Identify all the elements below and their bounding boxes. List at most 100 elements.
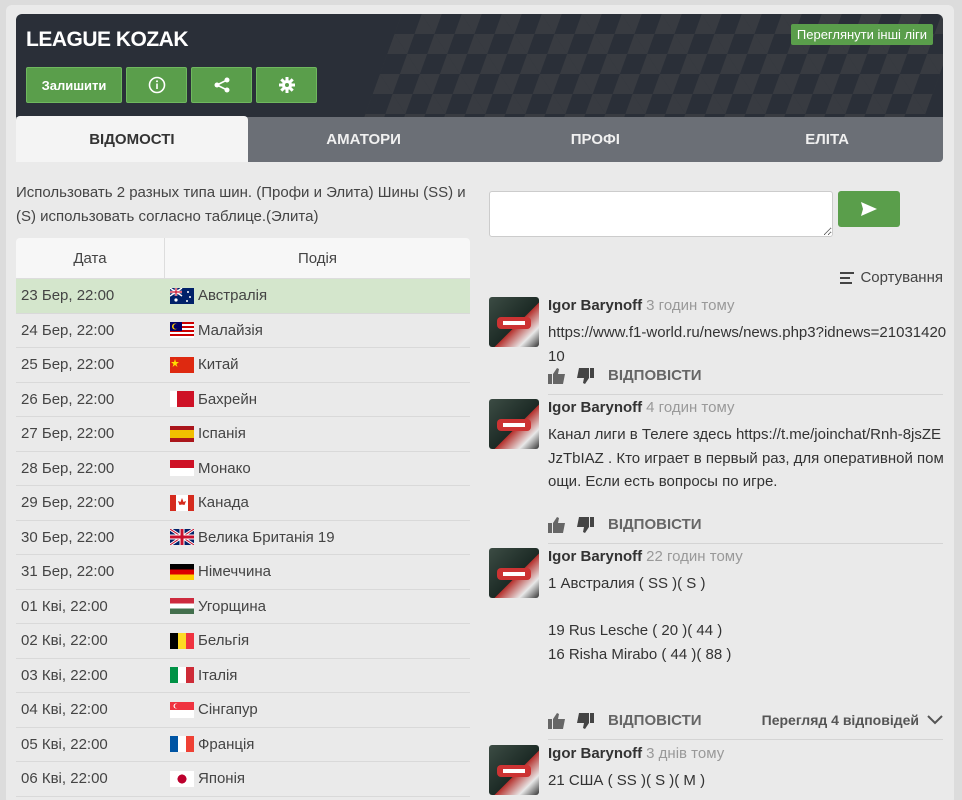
race-date: 01 Кві, 22:00 (21, 597, 108, 615)
schedule-row[interactable]: 24 Бер, 22:00 Малайзія (16, 314, 470, 348)
race-date: 29 Бер, 22:00 (21, 494, 115, 512)
thumbs-up-icon[interactable] (548, 367, 566, 384)
comment-author[interactable]: Igor Barynoff (548, 297, 642, 314)
tab-info[interactable]: ВІДОМОСТІ (16, 116, 248, 162)
comment-actions: ВІДПОВІСТИ (548, 516, 702, 533)
race-event-name: Іспанія (198, 425, 246, 443)
comment-time: 3 днів тому (646, 745, 725, 762)
comment-line: 19 Rus Lesche ( 20 )( 44 ) (548, 622, 723, 639)
comment-line: Канал лиги в Телеге здесь https://t.me/j… (548, 426, 944, 490)
comment-time: 3 годин тому (646, 297, 735, 314)
share-button[interactable] (191, 67, 252, 103)
race-event: Китай (165, 356, 239, 373)
race-date: 03 Кві, 22:00 (21, 666, 108, 684)
info-button[interactable] (126, 67, 187, 103)
schedule-row[interactable]: 28 Бер, 22:00 Монако (16, 452, 470, 486)
column-event: Подія (297, 249, 337, 267)
race-event: Канада (165, 494, 249, 511)
comment-divider (548, 739, 943, 740)
sort-button[interactable]: Сортування (840, 269, 943, 286)
flag-be-icon (170, 632, 194, 649)
race-date: 31 Бер, 22:00 (21, 563, 115, 581)
comment-line (548, 596, 948, 620)
tab-elite[interactable]: ЕЛІТА (711, 117, 943, 162)
schedule-row[interactable]: 25 Бер, 22:00 Китай (16, 348, 470, 383)
race-event-name: Велика Британія 19 (198, 528, 335, 546)
schedule-row[interactable]: 01 Кві, 22:00 Угорщина (16, 590, 470, 624)
comment-line: 1 Австралия ( SS )( S ) (548, 575, 706, 592)
send-button[interactable] (838, 191, 900, 227)
race-event-name: Німеччина (198, 563, 271, 581)
comment-actions: ВІДПОВІСТИ (548, 367, 702, 384)
race-event: Іспанія (165, 425, 246, 442)
race-date: 27 Бер, 22:00 (21, 425, 115, 443)
comment-author[interactable]: Igor Barynoff (548, 745, 642, 762)
flag-my-icon (170, 322, 194, 339)
other-leagues-button[interactable]: Переглянути інші ліги (790, 24, 933, 45)
race-date: 02 Кві, 22:00 (21, 632, 108, 650)
flag-de-icon (170, 563, 194, 580)
race-event: Сінгапур (165, 701, 258, 718)
reply-button[interactable]: ВІДПОВІСТИ (608, 367, 702, 384)
schedule-row[interactable]: 29 Бер, 22:00 Канада (16, 486, 470, 521)
schedule-table: Дата Подія 23 Бер, 22:00 Австралія 24 Бер,… (16, 238, 470, 797)
race-event: Бахрейн (165, 391, 257, 408)
race-event-name: Австралія (198, 287, 268, 305)
share-icon (214, 77, 229, 93)
thumbs-down-icon[interactable] (576, 367, 594, 384)
thumbs-up-icon[interactable] (548, 516, 566, 533)
reply-button[interactable]: ВІДПОВІСТИ (608, 712, 702, 729)
schedule-row[interactable]: 27 Бер, 22:00 Іспанія (16, 417, 470, 452)
schedule-row[interactable]: 23 Бер, 22:00 Австралія (16, 279, 470, 314)
leave-league-button[interactable]: Залишити (26, 67, 122, 103)
race-event-name: Бельгія (198, 632, 250, 650)
comment-time: 22 годин тому (646, 548, 743, 565)
race-date: 25 Бер, 22:00 (21, 356, 115, 374)
avatar[interactable] (489, 548, 539, 598)
race-date: 24 Бер, 22:00 (21, 321, 115, 339)
comment-body: Канал лиги в Телеге здесь https://t.me/j… (548, 423, 948, 494)
avatar[interactable] (489, 297, 539, 347)
flag-bh-icon (170, 391, 194, 408)
flag-au-icon (170, 287, 194, 304)
thumbs-down-icon[interactable] (576, 712, 594, 729)
avatar[interactable] (489, 399, 539, 449)
comment-input[interactable] (489, 191, 833, 237)
info-icon (148, 76, 165, 94)
settings-button[interactable] (256, 67, 317, 103)
avatar[interactable] (489, 745, 539, 795)
view-replies-button[interactable]: Перегляд 4 відповідей (762, 712, 943, 728)
race-event: Монако (165, 460, 251, 477)
reply-button[interactable]: ВІДПОВІСТИ (608, 516, 702, 533)
comment-divider (548, 394, 943, 395)
comment-body: 1 Австралия ( SS )( S ) 19 Rus Lesche ( 2… (548, 572, 948, 666)
schedule-row[interactable]: 26 Бер, 22:00 Бахрейн (16, 383, 470, 417)
race-event: Австралія (165, 287, 267, 304)
flag-ca-icon (170, 494, 194, 511)
race-date: 05 Кві, 22:00 (21, 735, 108, 753)
league-tabs: ВІДОМОСТІ АМАТОРИ ПРОФІ ЕЛІТА (16, 116, 943, 162)
schedule-row[interactable]: 03 Кві, 22:00 Італія (16, 659, 470, 693)
race-event-name: Франція (198, 735, 255, 753)
schedule-row[interactable]: 02 Кві, 22:00 Бельгія (16, 624, 470, 659)
race-event: Італія (165, 667, 237, 684)
schedule-row[interactable]: 30 Бер, 22:00 Велика Британія 19 (16, 521, 470, 555)
thumbs-up-icon[interactable] (548, 712, 566, 729)
schedule-row[interactable]: 06 Кві, 22:00 Японія (16, 762, 470, 797)
chevron-down-icon (927, 715, 943, 725)
flag-hu-icon (170, 598, 194, 615)
schedule-row[interactable]: 31 Бер, 22:00 Німеччина (16, 555, 470, 590)
sort-icon (840, 271, 855, 284)
comment-author[interactable]: Igor Barynoff (548, 548, 642, 565)
race-event: Угорщина (165, 598, 266, 615)
schedule-row[interactable]: 05 Кві, 22:00 Франція (16, 728, 470, 762)
schedule-row[interactable]: 04 Кві, 22:00 Сінгапур (16, 693, 470, 728)
comment-author[interactable]: Igor Barynoff (548, 399, 642, 416)
column-date: Дата (16, 238, 165, 278)
comment-line: 21 США ( SS )( S )( M ) (548, 772, 706, 789)
tab-amateurs[interactable]: АМАТОРИ (248, 117, 480, 162)
thumbs-down-icon[interactable] (576, 516, 594, 533)
tab-pro[interactable]: ПРОФІ (480, 117, 712, 162)
comment-actions: ВІДПОВІСТИ (548, 712, 702, 729)
race-event-name: Японія (198, 770, 246, 788)
